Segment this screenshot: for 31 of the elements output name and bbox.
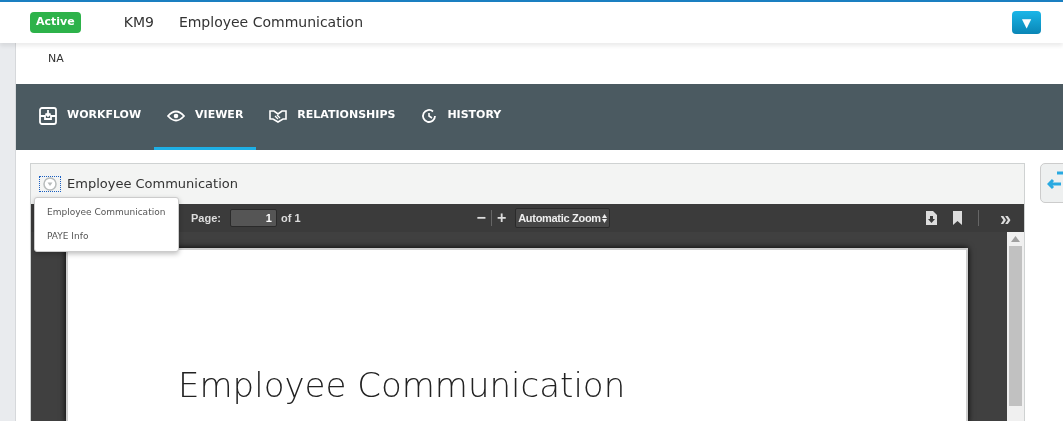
record-code: KM9: [123, 13, 154, 32]
summary-text: NA: [48, 52, 64, 65]
clock-refresh-icon: [421, 107, 438, 124]
tab[interactable]: WORKFLOW: [26, 84, 155, 150]
handshake-icon: [269, 108, 288, 123]
zoom-out-button[interactable]: −: [471, 210, 491, 226]
dropdown-item[interactable]: Employee Communication: [35, 201, 178, 225]
document-title: Employee Communication: [67, 175, 238, 194]
scroll-up-icon[interactable]: [1011, 236, 1020, 242]
inbox-tray-icon: [39, 106, 57, 125]
status-badge: Active: [30, 12, 81, 33]
zoom-select[interactable]: Automatic Zoom: [515, 207, 610, 229]
download-icon[interactable]: [925, 211, 937, 225]
zoom-in-button[interactable]: +: [491, 210, 512, 226]
tab[interactable]: RELATIONSHIPS: [256, 84, 409, 150]
page-count: of 1: [280, 210, 301, 226]
eye-icon: [167, 109, 186, 122]
up-down-arrows-icon: [601, 213, 607, 223]
dropdown-toggle[interactable]: [39, 176, 61, 192]
chevron-down-circle-icon: [43, 177, 57, 191]
scrollbar[interactable]: [1007, 232, 1024, 421]
page-number-field[interactable]: 1: [229, 209, 277, 227]
dropdown-item[interactable]: PAYE Info: [35, 224, 101, 248]
bookmark-icon[interactable]: [952, 211, 962, 225]
record-title: Employee Communication: [178, 13, 363, 32]
scrollbar-thumb[interactable]: [1009, 246, 1022, 406]
tab[interactable]: HISTORY: [408, 84, 515, 150]
tab[interactable]: VIEWER: [154, 84, 257, 150]
page-heading: Employee Communication: [178, 364, 627, 407]
more-tools-button[interactable]: »: [994, 208, 1016, 228]
page-label: Page:: [191, 210, 221, 226]
